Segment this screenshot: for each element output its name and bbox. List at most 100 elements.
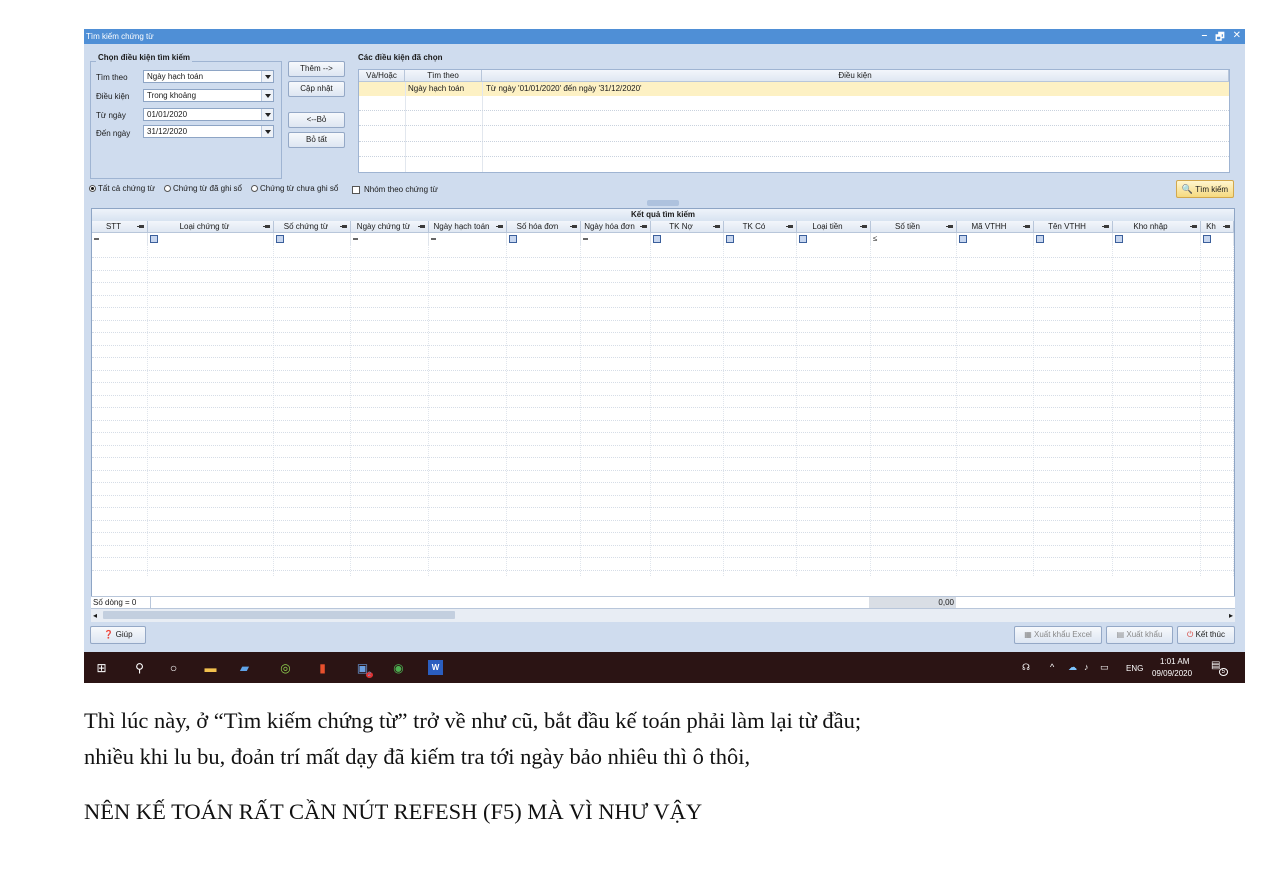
results-col-header[interactable]: Số tiền [871,221,957,233]
clock-time[interactable]: 1:01 AM [1160,657,1189,666]
filter-cell[interactable] [797,233,871,244]
filter-op-icon[interactable] [1036,235,1044,243]
results-col-header[interactable]: Ngày hạch toán [429,221,507,233]
filter-cell[interactable] [651,233,724,244]
app-icon[interactable]: ▣ 2 [355,660,373,678]
results-col-header[interactable]: Loại chứng từ [148,221,274,233]
search-by-combo[interactable]: Ngày hạch toán [143,70,274,83]
pin-icon[interactable] [570,225,577,228]
filter-cell[interactable] [92,233,148,244]
splitter-handle[interactable] [647,200,679,206]
filter-cell[interactable] [274,233,351,244]
export-excel-button[interactable]: ▦ Xuất khẩu Excel [1014,626,1102,644]
app-icon[interactable]: ◎ [278,660,293,675]
filter-cell[interactable] [581,233,651,244]
filter-equals-icon[interactable] [583,238,588,240]
results-col-header[interactable]: Loại tiền [797,221,871,233]
windows-start-icon[interactable]: ⊞ [94,660,109,675]
group-by-voucher-checkbox[interactable]: Nhóm theo chứng từ [352,185,438,194]
filter-op-icon[interactable] [1203,235,1211,243]
filter-cell[interactable] [429,233,507,244]
to-date-field[interactable]: 31/12/2020 [143,125,274,138]
results-col-header[interactable]: STT [92,221,148,233]
radio-unposted-vouchers[interactable]: Chứng từ chưa ghi sổ [251,184,338,193]
filter-equals-icon[interactable] [94,238,99,240]
pin-icon[interactable] [1023,225,1030,228]
results-col-header[interactable]: Số hóa đơn [507,221,581,233]
pin-icon[interactable] [496,225,503,228]
radio-all-vouchers[interactable]: Tất cả chứng từ [89,184,155,193]
pin-icon[interactable] [713,225,720,228]
condition-row[interactable]: Ngày hạch toán Từ ngày '01/01/2020' đến … [359,82,1229,96]
close-button[interactable]: ✕ [1233,30,1241,47]
pin-icon[interactable] [946,225,953,228]
search-icon[interactable]: ⚲ [132,660,147,675]
horizontal-scrollbar[interactable]: ◂ ▸ [91,608,1235,622]
filter-cell[interactable] [351,233,429,244]
pin-icon[interactable] [263,225,270,228]
pin-icon[interactable] [340,225,347,228]
scrollbar-thumb[interactable] [103,611,455,619]
filter-equals-icon[interactable] [353,238,358,240]
notifications-icon[interactable]: ▤ 5 [1211,660,1228,676]
help-button[interactable]: ❓ Giúp [90,626,146,644]
filter-cell[interactable] [148,233,274,244]
condition-combo[interactable]: Trong khoảng [143,89,274,102]
filter-cell[interactable] [507,233,581,244]
results-col-header[interactable]: Ngày chứng từ [351,221,429,233]
clock-date[interactable]: 09/09/2020 [1152,669,1192,678]
results-col-header[interactable]: Tên VTHH [1034,221,1113,233]
chevron-down-icon[interactable] [261,109,273,120]
filter-cell[interactable] [1201,233,1234,244]
chevron-down-icon[interactable] [261,71,273,82]
chevron-down-icon[interactable] [261,126,273,137]
results-col-header[interactable]: Số chứng từ [274,221,351,233]
scroll-right-icon[interactable]: ▸ [1229,611,1233,620]
office-icon[interactable]: ▮ [315,660,330,675]
remove-all-button[interactable]: Bỏ tất [288,132,345,148]
close-form-button[interactable]: ⏻ Kết thúc [1177,626,1235,644]
filter-cell[interactable]: ≤ [871,233,957,244]
filter-op-icon[interactable] [726,235,734,243]
chrome-icon[interactable]: ◉ [391,660,406,675]
pin-icon[interactable] [418,225,425,228]
pin-icon[interactable] [1102,225,1109,228]
filter-op-icon[interactable] [1115,235,1123,243]
people-icon[interactable]: ☊ [1022,662,1030,673]
add-condition-button[interactable]: Thêm --> [288,61,345,77]
results-col-header[interactable]: TK Nợ [651,221,724,233]
tray-chevron-icon[interactable]: ^ [1050,662,1054,672]
remove-condition-button[interactable]: <--Bỏ [288,112,345,128]
filter-cell[interactable] [957,233,1034,244]
pin-icon[interactable] [1190,225,1197,228]
task-view-icon[interactable]: ○ [166,660,181,675]
scroll-left-icon[interactable]: ◂ [93,611,97,620]
pin-icon[interactable] [1223,225,1230,228]
filter-op-icon[interactable] [276,235,284,243]
pin-icon[interactable] [786,225,793,228]
filter-op-icon[interactable] [150,235,158,243]
radio-posted-vouchers[interactable]: Chứng từ đã ghi sổ [164,184,242,193]
filter-equals-icon[interactable] [431,238,436,240]
filter-cell[interactable] [1113,233,1201,244]
minimize-button[interactable]: – [1202,30,1208,47]
filter-cell[interactable] [724,233,797,244]
filter-op-icon[interactable] [653,235,661,243]
word-icon[interactable]: W [428,660,443,675]
filter-cell[interactable] [1034,233,1113,244]
export-button[interactable]: ▤ Xuất khẩu [1106,626,1173,644]
filter-op-icon[interactable] [509,235,517,243]
results-col-header[interactable]: Kh [1201,221,1234,233]
network-icon[interactable]: ▭ [1100,662,1109,673]
pin-icon[interactable] [640,225,647,228]
filter-op[interactable]: ≤ [873,235,877,243]
results-col-header[interactable]: Mã VTHH [957,221,1034,233]
restore-button[interactable]: 🗗 [1215,30,1224,47]
from-date-field[interactable]: 01/01/2020 [143,108,274,121]
results-col-header[interactable]: Ngày hóa đơn [581,221,651,233]
results-col-header[interactable]: Kho nhập [1113,221,1201,233]
file-explorer-icon[interactable]: ▬ [203,660,218,675]
results-col-header[interactable]: TK Có [724,221,797,233]
pin-icon[interactable] [137,225,144,228]
chevron-down-icon[interactable] [261,90,273,101]
